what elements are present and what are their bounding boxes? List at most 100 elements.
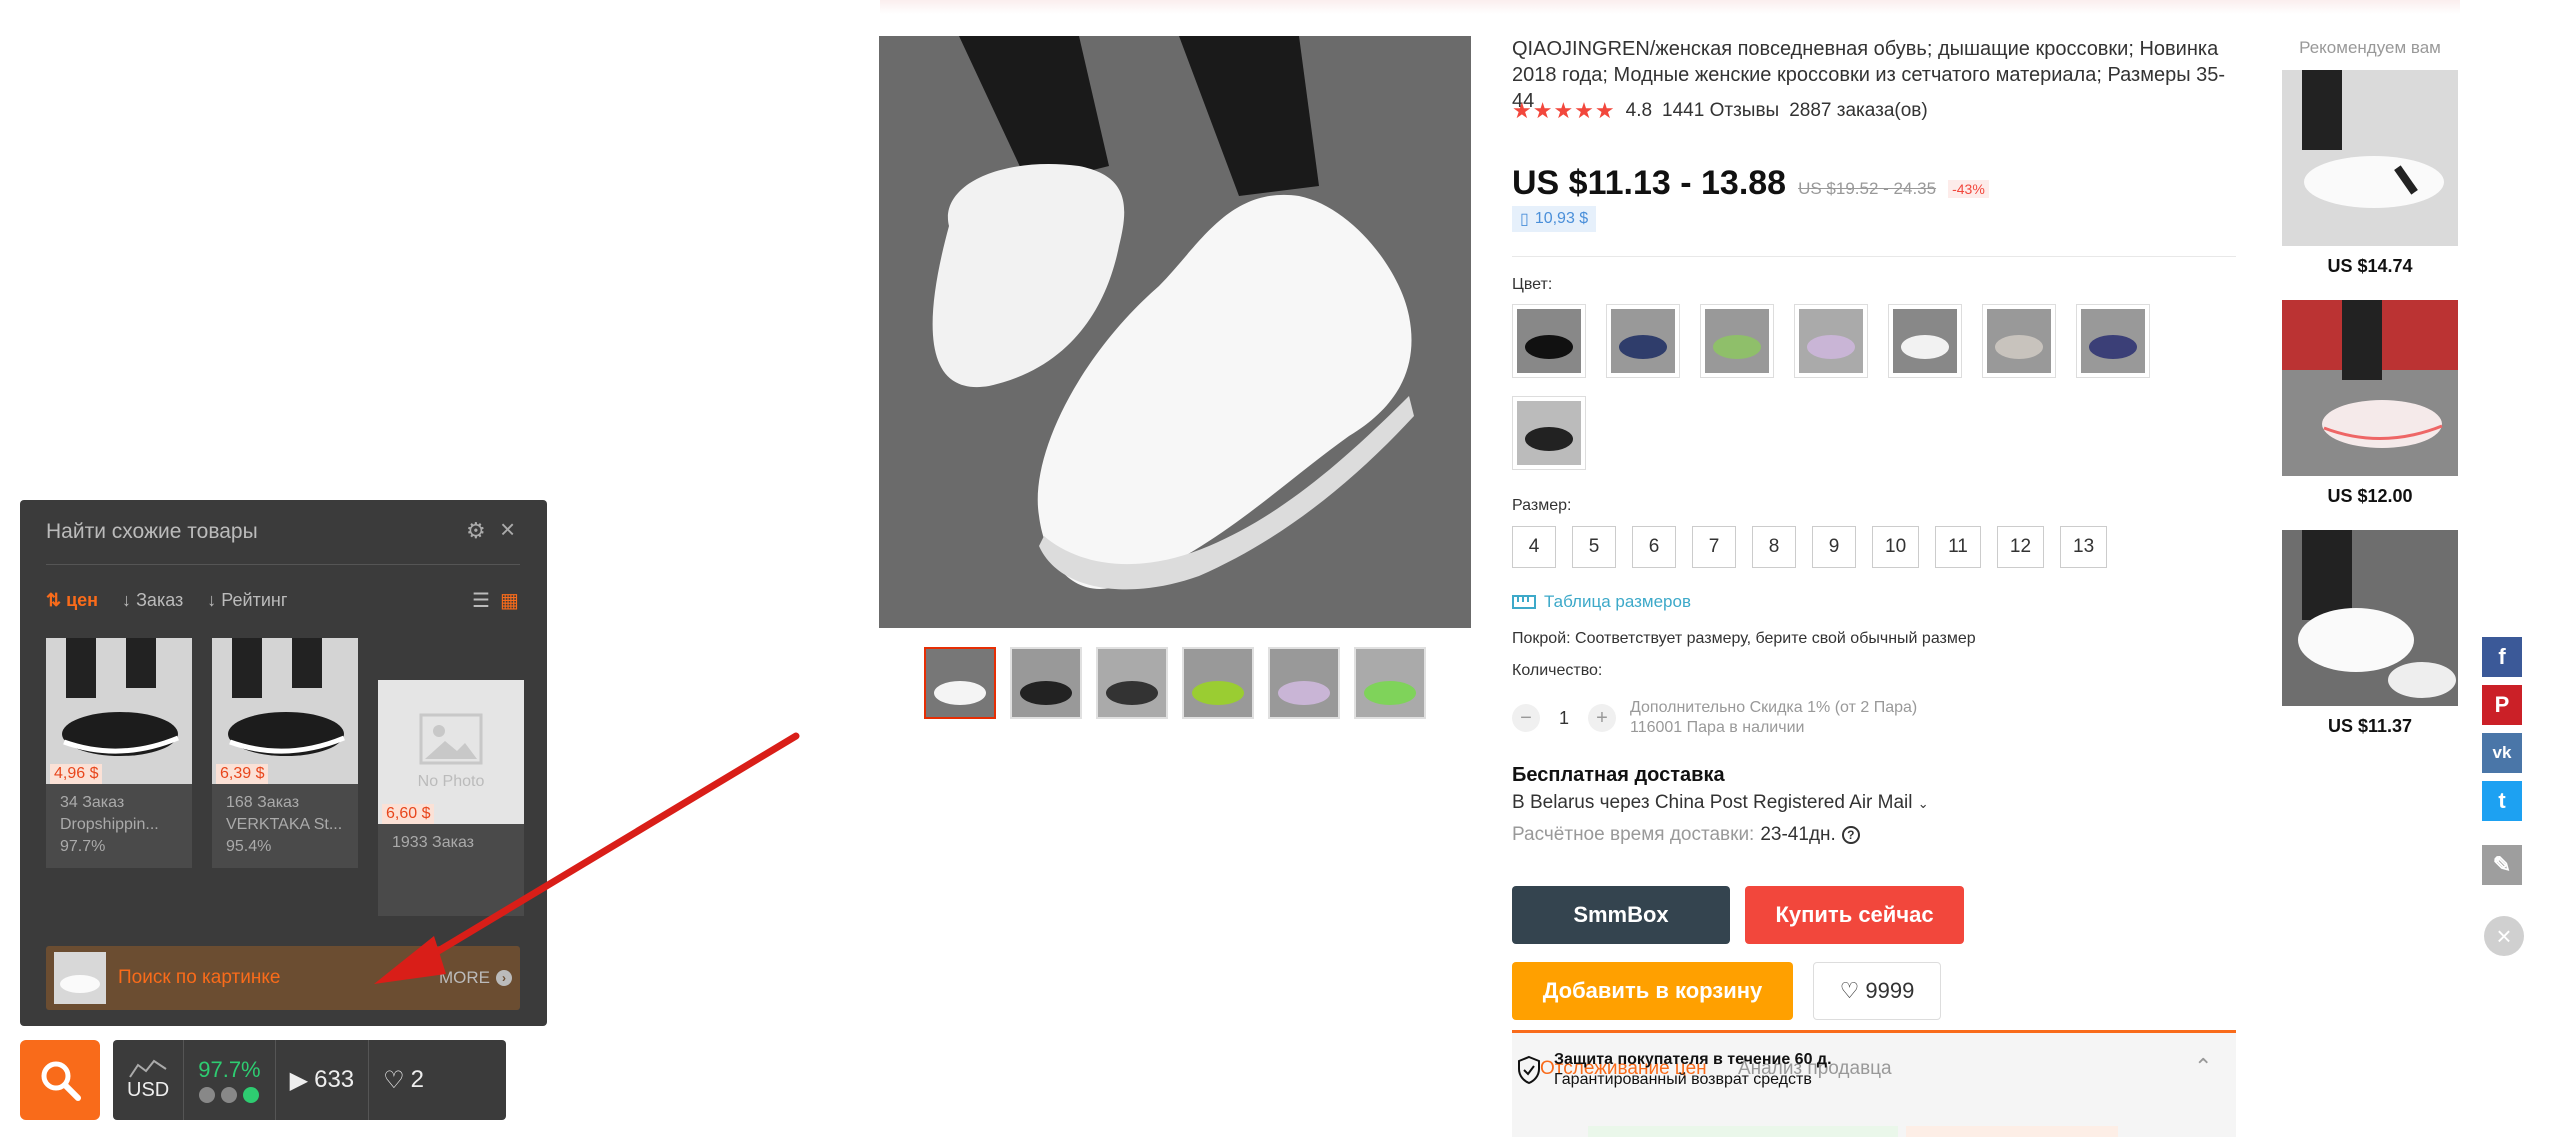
thumbnail-5[interactable] (1268, 647, 1340, 719)
recommended-item[interactable]: US $12.00 (2282, 300, 2458, 507)
mobile-price: 10,93 $ (1534, 210, 1589, 227)
vk-share-button[interactable]: vk (2482, 733, 2522, 773)
recommended-item[interactable]: US $11.37 (2282, 530, 2458, 737)
size-option[interactable]: 6 (1632, 526, 1676, 568)
buy-now-button[interactable]: Купить сейчас (1745, 886, 1964, 944)
currency-label: USD (127, 1078, 170, 1101)
color-swatch[interactable] (1794, 304, 1868, 378)
price-row: US $11.13 - 13.88 US $19.52 - 24.35 -43% (1512, 164, 1989, 203)
rating-value[interactable]: 4.8 (1626, 100, 1652, 122)
thumbnail-6[interactable] (1354, 647, 1426, 719)
quantity-info: Дополнительно Скидка 1% (от 2 Пара) 1160… (1630, 698, 1917, 738)
thumbnail-4[interactable] (1182, 647, 1254, 719)
facebook-share-button[interactable]: f (2482, 637, 2522, 677)
color-swatch[interactable] (1700, 304, 1774, 378)
size-option[interactable]: 9 (1812, 526, 1856, 568)
fit-note: Покрой: Соответствует размеру, берите св… (1512, 630, 1976, 647)
quantity-increase-button[interactable]: + (1588, 704, 1616, 732)
size-option[interactable]: 4 (1512, 526, 1556, 568)
positive-face-icon (243, 1087, 260, 1103)
similar-product-image: 4,96 $ (46, 638, 192, 784)
color-swatch[interactable] (1982, 304, 2056, 378)
rating-row: ★★★★★ 4.8 1441 Отзывы 2887 заказа(ов) (1512, 98, 1928, 124)
recommended-price: US $14.74 (2327, 256, 2413, 276)
shipping-method-select[interactable]: В Belarus через China Post Registered Ai… (1512, 792, 1929, 814)
size-option[interactable]: 10 (1872, 526, 1920, 568)
panel-close-icon[interactable]: × (500, 514, 515, 545)
phone-icon: ▯ (1520, 211, 1529, 228)
magnifier-icon (41, 1061, 81, 1101)
sort-by-orders[interactable]: ↓ Заказ (122, 590, 183, 611)
close-icon[interactable]: × (2484, 916, 2524, 956)
search-similar-button[interactable] (20, 1040, 100, 1120)
shield-check-icon (1518, 1055, 1540, 1085)
similar-product-card[interactable]: 4,96 $ 34 Заказ Dropshippin... 97.7% (46, 638, 192, 868)
views-stat[interactable]: ▶ 633 (276, 1040, 370, 1120)
size-option[interactable]: 13 (2060, 526, 2108, 568)
mobile-price-badge: ▯ 10,93 $ (1512, 206, 1597, 232)
annotation-arrow-icon (374, 732, 800, 984)
pinterest-share-button[interactable]: P (2482, 685, 2522, 725)
current-price: US $11.13 - 13.88 (1512, 164, 1787, 202)
price-chart-green (1588, 1126, 1898, 1137)
help-icon[interactable]: ? (1841, 826, 1860, 844)
buyer-protection: Защита покупателя в течение 60 д. Гарант… (1516, 1050, 1976, 1090)
size-option[interactable]: 12 (1996, 526, 2045, 568)
edit-button[interactable]: ✎ (2482, 845, 2522, 885)
currency-stat[interactable]: USD (113, 1040, 185, 1120)
play-icon: ▶ (289, 1066, 309, 1094)
chevron-up-icon[interactable]: ⌃ (2194, 1054, 2212, 1080)
quantity-stepper: − 1 + Дополнительно Скидка 1% (от 2 Пара… (1512, 698, 1917, 738)
color-swatch[interactable] (1606, 304, 1680, 378)
view-toggle: ☰ ▦ (472, 588, 519, 613)
size-option[interactable]: 11 (1935, 526, 1981, 568)
price-history-icon (129, 1059, 167, 1078)
grid-view-icon[interactable]: ▦ (500, 588, 519, 613)
quantity-discount: Дополнительно Скидка 1% (от 2 Пара) (1630, 699, 1918, 716)
color-swatches (1512, 304, 2202, 470)
add-to-cart-button[interactable]: Добавить в корзину (1512, 962, 1793, 1020)
search-image-thumb (54, 952, 106, 1004)
size-option[interactable]: 5 (1572, 526, 1616, 568)
thumbnail-3[interactable] (1096, 647, 1168, 719)
size-options: 4 5 6 7 8 9 10 11 12 13 (1512, 526, 2108, 568)
thumbnail-1[interactable] (924, 647, 996, 719)
similar-product-image: 6,39 $ (212, 638, 358, 784)
color-swatch[interactable] (1888, 304, 1962, 378)
smmbox-button[interactable]: SmmBox (1512, 886, 1730, 944)
size-table-link[interactable]: Таблица размеров (1512, 592, 1691, 612)
likes-stat[interactable]: ♡ 2 (369, 1040, 438, 1120)
color-swatch[interactable] (2076, 304, 2150, 378)
recommended-title: Рекомендуем вам (2299, 38, 2441, 57)
size-label: Размер: (1512, 497, 1572, 514)
color-swatch[interactable] (1512, 304, 1586, 378)
seller-rating-stat[interactable]: 97.7% (184, 1040, 276, 1120)
delivery-value: 23-41дн. (1760, 824, 1836, 845)
guarantee-title: Защита покупателя в течение 60 д. (1554, 1051, 1832, 1068)
sort-by-rating[interactable]: ↓ Рейтинг (207, 590, 287, 611)
recommended-item[interactable]: US $14.74 (2282, 70, 2458, 277)
size-option[interactable]: 8 (1752, 526, 1796, 568)
color-label: Цвет: (1512, 276, 1553, 293)
ruler-icon (1512, 595, 1536, 609)
twitter-share-button[interactable]: t (2482, 781, 2522, 821)
feedback-faces (199, 1087, 260, 1103)
thumbnail-2[interactable] (1010, 647, 1082, 719)
quantity-value[interactable]: 1 (1554, 708, 1574, 729)
sort-price-label: цен (66, 590, 99, 610)
product-main-image[interactable] (879, 36, 1471, 628)
negative-face-icon (199, 1087, 216, 1103)
wishlist-button[interactable]: ♡ 9999 (1813, 962, 1941, 1020)
color-swatch[interactable] (1512, 396, 1586, 470)
similar-product-rating: 97.7% (60, 838, 106, 855)
list-view-icon[interactable]: ☰ (472, 588, 490, 613)
gear-icon[interactable]: ⚙ (466, 518, 486, 544)
quantity-decrease-button[interactable]: − (1512, 704, 1540, 732)
similar-product-card[interactable]: 6,39 $ 168 Заказ VERKTAKA St... 95.4% (212, 638, 358, 868)
size-option[interactable]: 7 (1692, 526, 1736, 568)
top-shadow (880, 0, 2460, 14)
quantity-stock: 116001 Пара в наличии (1630, 719, 1805, 736)
likes-count: 2 (410, 1066, 425, 1093)
sort-by-price[interactable]: ⇅ цен (46, 590, 98, 611)
reviews-link[interactable]: 1441 Отзывы (1662, 100, 1779, 122)
